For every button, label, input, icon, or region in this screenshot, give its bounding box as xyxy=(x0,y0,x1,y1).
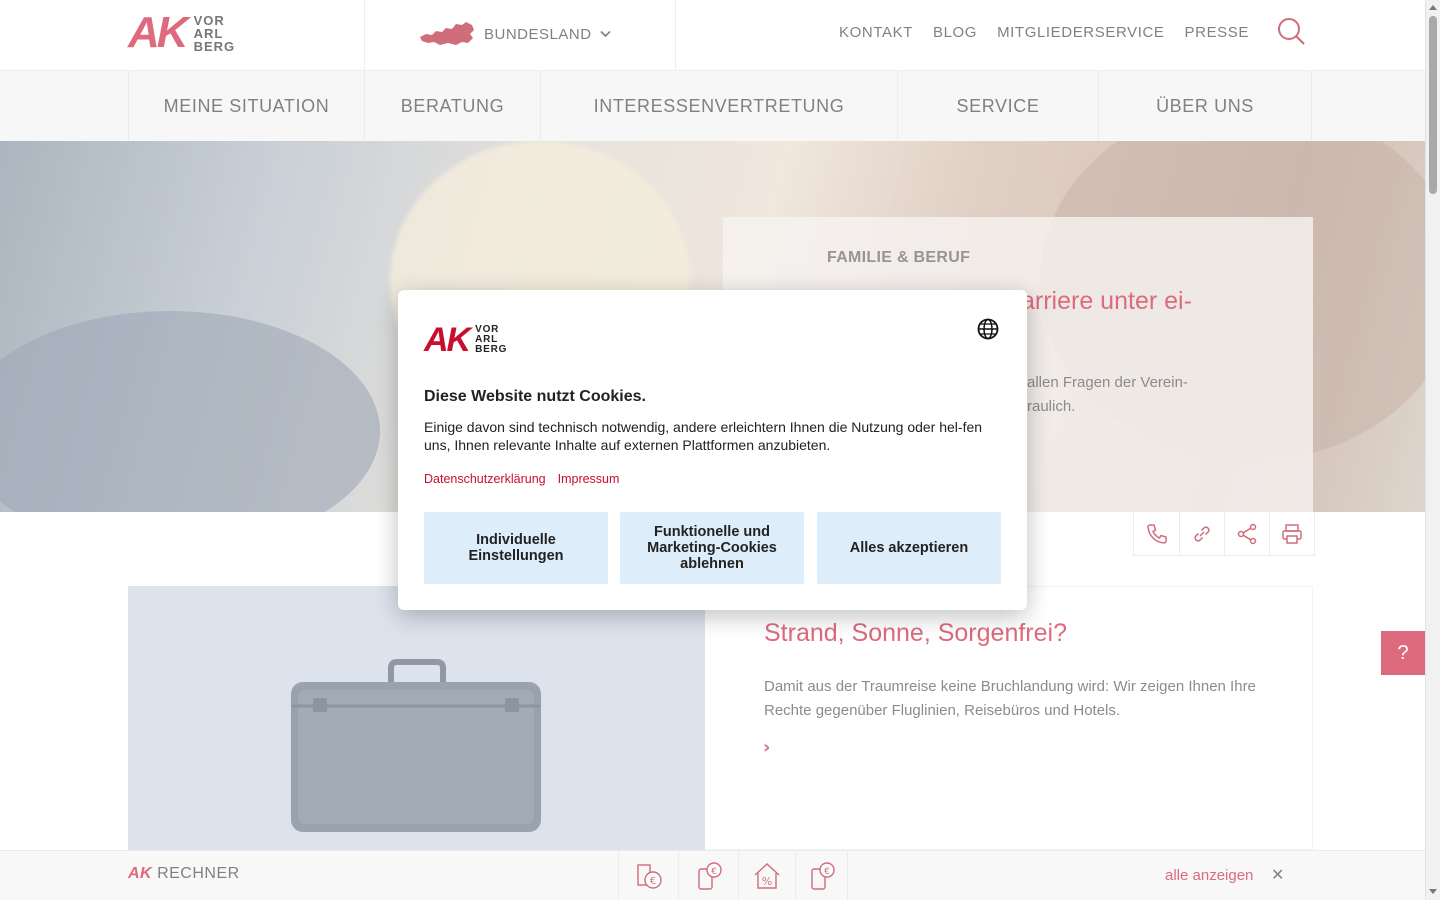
individual-settings-button[interactable]: Individuelle Einstellungen xyxy=(424,512,608,584)
language-globe-icon[interactable] xyxy=(977,318,999,340)
dialog-title: Diese Website nutzt Cookies. xyxy=(424,388,646,405)
dialog-text: Einige davon sind technisch notwendig, a… xyxy=(424,419,983,453)
scrollbar-thumb[interactable] xyxy=(1429,16,1437,194)
scroll-down-icon[interactable] xyxy=(1429,889,1437,894)
accept-all-button[interactable]: Alles akzeptieren xyxy=(817,512,1001,584)
scroll-up-icon[interactable] xyxy=(1429,5,1437,10)
page-scrollbar[interactable] xyxy=(1425,0,1440,900)
dialog-links: Datenschutzerklärung Impressum xyxy=(424,472,619,486)
imprint-link[interactable]: Impressum xyxy=(558,472,620,486)
cookie-consent-dialog: AK VOR ARL BERG Diese Website nutzt Cook… xyxy=(398,290,1027,610)
reject-cookies-button[interactable]: Funktionelle und Marketing-Cookies ableh… xyxy=(620,512,804,584)
privacy-policy-link[interactable]: Datenschutzerklärung xyxy=(424,472,546,486)
dialog-logo: AK VOR ARL BERG xyxy=(424,321,508,359)
